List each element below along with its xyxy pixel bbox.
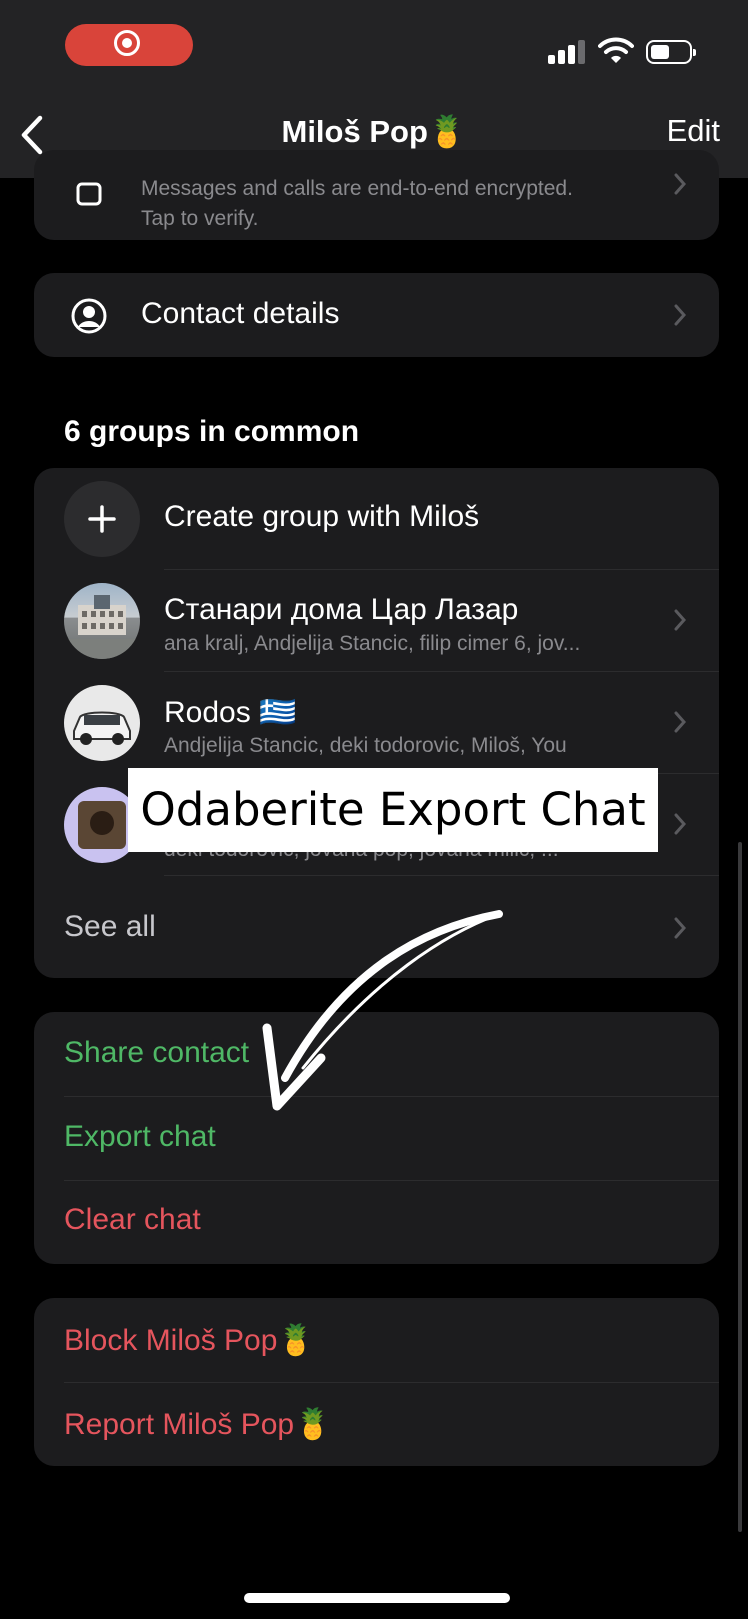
contact-details-row[interactable]: Contact details (34, 273, 719, 357)
export-chat-label: Export chat (64, 1120, 216, 1153)
create-group-row[interactable]: Create group with Miloš (34, 468, 719, 569)
groups-heading: 6 groups in common (64, 415, 360, 448)
encryption-line-1: Messages and calls are end-to-end encryp… (141, 177, 573, 200)
chevron-right-icon (674, 813, 687, 835)
chevron-right-icon (674, 609, 687, 631)
chevron-right-icon (674, 917, 687, 939)
encryption-card[interactable]: Messages and calls are end-to-end encryp… (34, 150, 719, 240)
record-icon (114, 30, 140, 56)
group-avatar (64, 583, 140, 659)
wifi-icon (598, 37, 634, 63)
tutorial-caption: Odaberite Export Chat (128, 768, 658, 852)
person-circle-icon (71, 298, 107, 334)
home-indicator[interactable] (244, 1593, 510, 1603)
group-name: Rodos 🇬🇷 (164, 696, 297, 729)
page-title: Miloš Pop🍍 (281, 114, 467, 149)
block-contact-button[interactable]: Block Miloš Pop🍍 (34, 1298, 719, 1382)
group-avatar (64, 685, 140, 761)
groups-card: Create group with Miloš Станари дома Цар… (34, 468, 719, 978)
cellular-signal-icon (548, 40, 586, 64)
chevron-right-icon (674, 304, 687, 326)
report-contact-button[interactable]: Report Miloš Pop🍍 (34, 1383, 719, 1466)
share-contact-label: Share contact (64, 1036, 250, 1069)
chevron-right-icon (674, 173, 687, 195)
edit-button[interactable]: Edit (667, 113, 720, 149)
clear-chat-label: Clear chat (64, 1203, 201, 1236)
block-label: Block Miloš Pop🍍 (64, 1324, 315, 1357)
group-members: Andjelija Stancic, deki todorovic, Miloš… (164, 734, 567, 757)
group-members: ana kralj, Andjelija Stancic, filip cime… (164, 632, 581, 655)
group-item[interactable]: Станари дома Цар Лазар ana kralj, Andjel… (34, 570, 719, 671)
create-group-label: Create group with Miloš (164, 500, 480, 533)
arrow-annotation-icon (262, 910, 503, 1111)
encryption-line-2: Tap to verify. (141, 207, 259, 230)
battery-icon (646, 40, 696, 64)
plus-icon (64, 481, 140, 557)
chevron-right-icon (674, 711, 687, 733)
report-label: Report Miloš Pop🍍 (64, 1408, 332, 1441)
see-all-label: See all (64, 910, 156, 943)
screen-recording-indicator[interactable] (65, 24, 193, 66)
group-name: Станари дома Цар Лазар (164, 593, 519, 626)
contact-details-label: Contact details (141, 297, 340, 330)
block-report-card: Block Miloš Pop🍍 Report Miloš Pop🍍 (34, 1298, 719, 1466)
clear-chat-button[interactable]: Clear chat (34, 1181, 719, 1264)
scrollbar[interactable] (738, 842, 742, 1532)
lock-icon (76, 182, 102, 206)
group-item[interactable]: Rodos 🇬🇷 Andjelija Stancic, deki todorov… (34, 672, 719, 773)
